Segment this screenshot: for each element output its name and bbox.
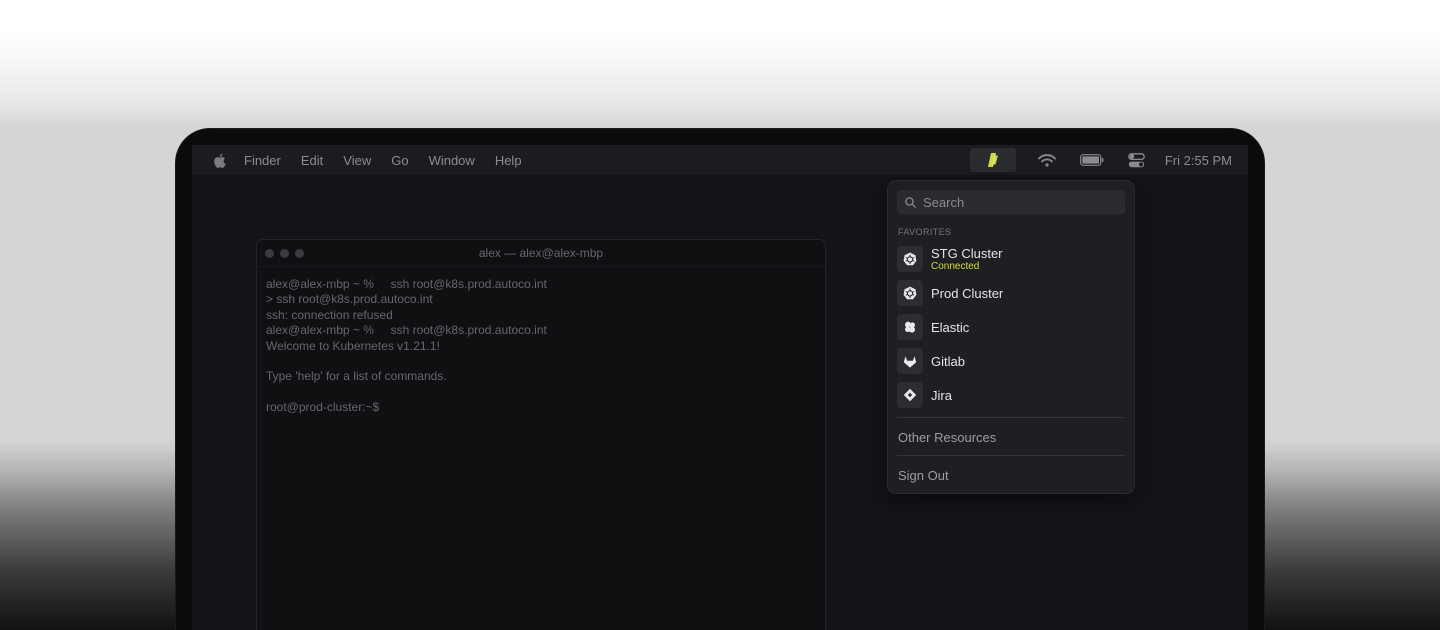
app-logo-icon: [987, 153, 998, 167]
favorites-heading: FAVORITES: [898, 227, 952, 237]
terminal-line: Type 'help' for a list of commands.: [266, 369, 447, 384]
apple-icon[interactable]: [212, 152, 226, 168]
terminal-output[interactable]: alex@alex-mbp ~ % ssh root@k8s.prod.auto…: [257, 267, 825, 426]
favorite-item-prod-cluster[interactable]: Prod Cluster: [897, 279, 1125, 307]
search-box[interactable]: [897, 190, 1125, 214]
terminal-line: alex@alex-mbp ~ % ssh root@k8s.prod.auto…: [266, 323, 547, 338]
menu-go[interactable]: Go: [391, 153, 408, 168]
gitlab-icon: [897, 348, 923, 374]
terminal-title: alex — alex@alex-mbp: [478, 246, 604, 260]
favorite-name: Prod Cluster: [931, 285, 1004, 301]
terminal-line: ssh: connection refused: [266, 307, 393, 322]
favorite-name: Gitlab: [931, 353, 965, 369]
status-tray: Fri 2:55 PM: [969, 145, 1232, 175]
app-dropdown-menu: FAVORITES STG Cluster Connected: [887, 180, 1135, 494]
favorite-item-gitlab[interactable]: Gitlab: [897, 347, 1125, 375]
divider: [897, 417, 1125, 418]
terminal-line: alex@alex-mbp ~ % ssh root@k8s.prod.auto…: [266, 277, 547, 291]
favorite-item-jira[interactable]: Jira: [897, 381, 1125, 409]
terminal-line: > ssh root@k8s.prod.autoco.int: [266, 292, 433, 307]
menu-view[interactable]: View: [343, 153, 371, 168]
menu-finder[interactable]: Finder: [244, 153, 281, 168]
search-icon: [905, 196, 916, 208]
menu-help[interactable]: Help: [495, 153, 522, 168]
favorite-name: Elastic: [931, 319, 970, 335]
connection-status: Connected: [931, 260, 980, 272]
elastic-icon: [897, 314, 923, 340]
kubernetes-icon: [897, 246, 923, 272]
battery-icon[interactable]: [1079, 154, 1104, 166]
menu-bar: Finder Edit View Go Window Help Fri 2:55…: [192, 145, 1248, 175]
terminal-titlebar[interactable]: alex — alex@alex-mbp: [257, 240, 825, 267]
terminal-line: Welcome to Kubernetes v1.21.1!: [266, 338, 440, 353]
wifi-icon[interactable]: [1037, 153, 1056, 167]
terminal-window[interactable]: alex — alex@alex-mbp alex@alex-mbp ~ % s…: [256, 239, 826, 630]
laptop-frame: Finder Edit View Go Window Help Fri 2:55…: [176, 129, 1264, 630]
favorite-name: STG Cluster: [931, 245, 1003, 261]
kubernetes-icon: [897, 280, 923, 306]
screen: Finder Edit View Go Window Help Fri 2:55…: [192, 145, 1248, 630]
favorite-item-elastic[interactable]: Elastic: [897, 313, 1125, 341]
sign-out-link[interactable]: Sign Out: [898, 468, 949, 483]
favorite-name: Jira: [931, 387, 952, 403]
menu-edit[interactable]: Edit: [301, 153, 323, 168]
divider: [897, 455, 1125, 456]
favorite-item-stg-cluster[interactable]: STG Cluster Connected: [897, 245, 1125, 273]
menu-clock[interactable]: Fri 2:55 PM: [1165, 153, 1232, 168]
terminal-prompt: root@prod-cluster:~$: [266, 400, 380, 415]
app-tray-button[interactable]: [969, 148, 1016, 172]
control-center-icon[interactable]: [1127, 152, 1145, 168]
other-resources-link[interactable]: Other Resources: [898, 430, 996, 445]
search-input[interactable]: [921, 193, 1115, 211]
menu-window[interactable]: Window: [429, 153, 475, 168]
jira-icon: [897, 382, 923, 408]
